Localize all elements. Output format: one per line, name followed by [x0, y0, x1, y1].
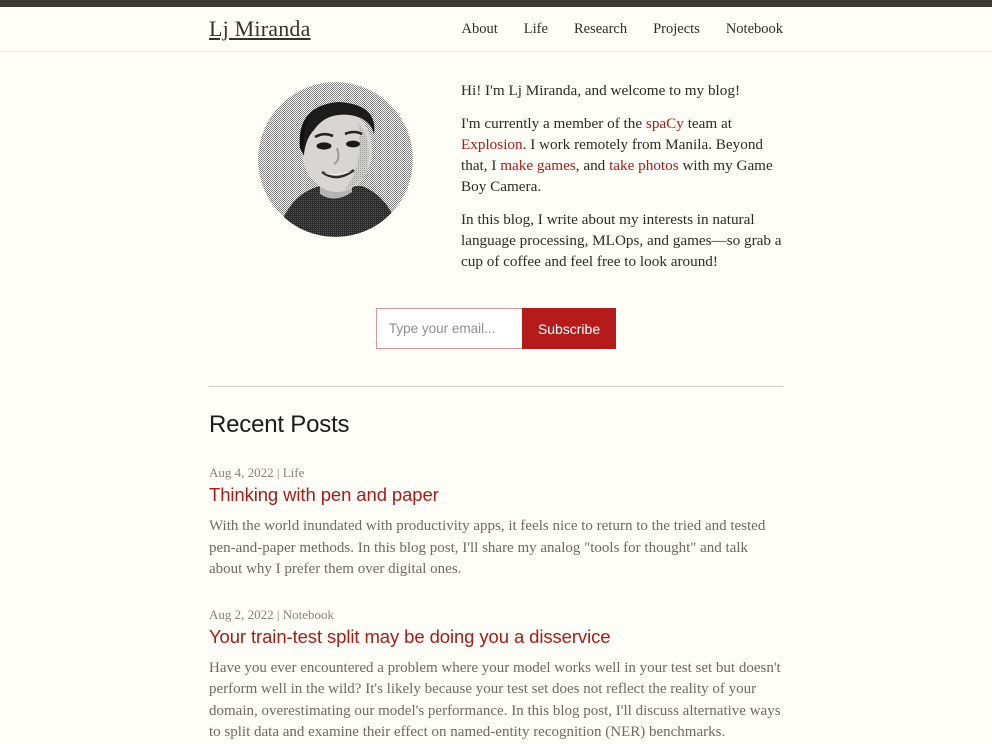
nav-item-projects[interactable]: Projects	[653, 21, 700, 38]
post-excerpt: Have you ever encountered a problem wher…	[209, 659, 781, 741]
main-nav: About Life Research Projects Notebook	[462, 21, 783, 38]
post-list-item: Aug 4, 2022 | Life Thinking with pen and…	[209, 465, 783, 581]
nav-item-life[interactable]: Life	[524, 21, 548, 38]
intro-paragraph-blog: In this blog, I write about my interests…	[461, 211, 782, 270]
section-divider	[209, 386, 783, 387]
subscribe-button[interactable]: Subscribe	[521, 308, 617, 349]
email-input[interactable]	[375, 308, 522, 349]
bio-text-2: team at	[683, 115, 732, 132]
bio-text-1: I'm currently a member of the	[461, 115, 646, 132]
avatar	[257, 82, 413, 237]
intro-text: Hi! I'm Lj Miranda, and welcome to my bl…	[461, 78, 783, 272]
link-make-games[interactable]: make games	[500, 157, 576, 174]
post-excerpt: With the world inundated with productivi…	[209, 518, 766, 577]
link-explosion[interactable]: Explosion	[461, 136, 523, 153]
recent-posts-heading: Recent Posts	[209, 411, 350, 438]
intro-greeting: Hi! I'm Lj Miranda, and welcome to my bl…	[461, 82, 740, 99]
subscribe-form: Subscribe	[375, 308, 617, 349]
site-logo[interactable]: Lj Miranda	[209, 16, 311, 42]
post-meta: Aug 2, 2022 | Notebook	[209, 606, 335, 622]
post-list-item: Aug 2, 2022 | Notebook Your train-test s…	[209, 607, 783, 744]
link-spacy[interactable]: spaCy	[646, 115, 684, 132]
nav-item-notebook[interactable]: Notebook	[726, 21, 783, 38]
nav-item-research[interactable]: Research	[574, 21, 627, 38]
top-accent-bar	[0, 0, 992, 7]
post-meta: Aug 4, 2022 | Life	[209, 465, 305, 480]
intro-paragraph-bio: I'm currently a member of the spaCy team…	[461, 113, 783, 197]
site-header: Lj Miranda About Life Research Projects …	[0, 7, 992, 52]
bio-text-4: , and	[575, 157, 610, 174]
link-take-photos[interactable]: take photos	[609, 157, 679, 174]
page-root: Lj Miranda About Life Research Projects …	[0, 0, 992, 744]
header-inner: Lj Miranda About Life Research Projects …	[209, 7, 783, 51]
post-title-link[interactable]: Your train-test split may be doing you a…	[209, 626, 783, 648]
content-column: Hi! I'm Lj Miranda, and welcome to my bl…	[209, 52, 783, 744]
intro-section: Hi! I'm Lj Miranda, and welcome to my bl…	[209, 78, 783, 272]
subscribe-row: Subscribe	[209, 308, 783, 349]
avatar-container	[209, 78, 461, 237]
nav-item-about[interactable]: About	[462, 21, 498, 38]
post-title-link[interactable]: Thinking with pen and paper	[209, 484, 783, 506]
portrait-photo-icon	[257, 82, 413, 237]
